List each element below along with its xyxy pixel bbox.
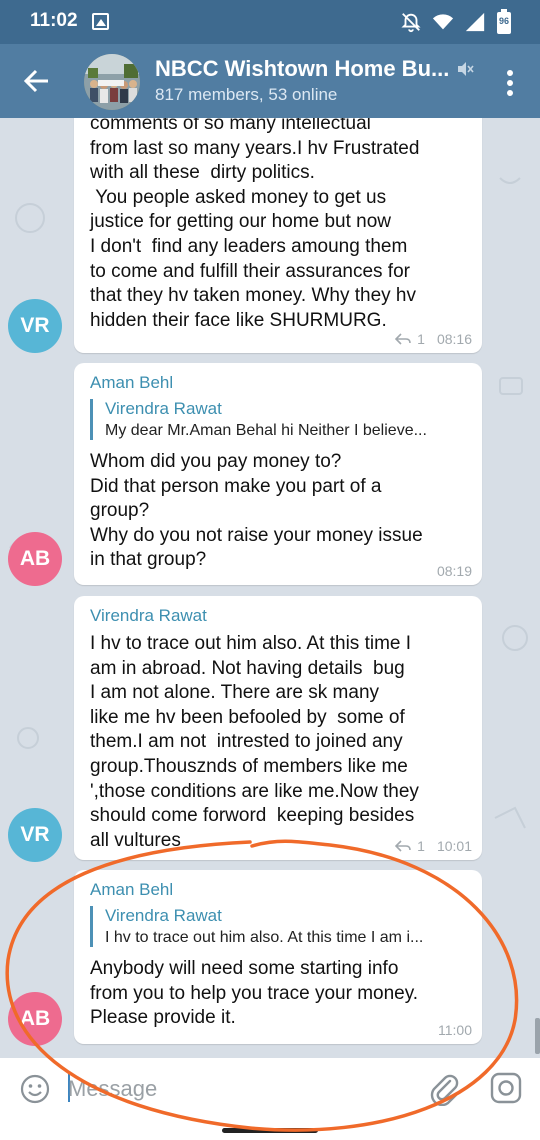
message-bubble[interactable]: Aman Behl Virendra Rawat I hv to trace o… xyxy=(74,870,482,1044)
message-text: I hv to trace out him also. At this time… xyxy=(90,633,419,851)
camera-icon[interactable] xyxy=(490,1072,522,1104)
message-bubble[interactable]: Aman Behl Virendra Rawat My dear Mr.Aman… xyxy=(74,363,482,585)
avatar-initials: AB xyxy=(19,1007,51,1030)
reply-count-icon xyxy=(395,333,411,345)
message-text: comments of so many intellectual from la… xyxy=(90,118,420,331)
sender-name[interactable]: Aman Behl xyxy=(90,373,466,393)
group-avatar[interactable] xyxy=(84,54,140,110)
reply-quote[interactable]: Virendra Rawat My dear Mr.Aman Behal hi … xyxy=(90,399,466,440)
status-time: 11:02 xyxy=(30,10,78,31)
reply-quote-text: My dear Mr.Aman Behal hi Neither I belie… xyxy=(105,422,427,439)
back-arrow-icon[interactable] xyxy=(18,62,56,100)
image-notification-icon xyxy=(92,13,109,30)
chat-title[interactable]: NBCC Wishtown Home Bu... xyxy=(155,56,449,82)
alarm-off-icon xyxy=(401,13,421,33)
attach-icon[interactable] xyxy=(428,1072,462,1106)
message-text: Anybody will need some starting info fro… xyxy=(90,958,419,1029)
reply-quote[interactable]: Virendra Rawat I hv to trace out him als… xyxy=(90,906,466,947)
message-bubble[interactable]: comments of so many intellectual from la… xyxy=(74,118,482,353)
status-bar: 11:02 96 xyxy=(0,0,540,44)
message-bubble[interactable]: Virendra Rawat I hv to trace out him als… xyxy=(74,596,482,860)
avatar[interactable]: AB xyxy=(8,532,62,586)
reply-quote-name: Virendra Rawat xyxy=(105,906,222,925)
message-meta: 1 08:16 xyxy=(395,331,472,347)
message-meta: 08:19 xyxy=(437,563,472,579)
system-nav-bar xyxy=(0,1120,540,1140)
reply-quote-text: I hv to trace out him also. At this time… xyxy=(105,929,424,946)
reply-count-icon xyxy=(395,840,411,852)
reply-count: 1 xyxy=(417,838,425,854)
wifi-icon xyxy=(432,14,454,30)
avatar-initials: AB xyxy=(19,547,51,570)
home-indicator[interactable] xyxy=(222,1128,318,1133)
chat-header: NBCC Wishtown Home Bu... 817 members, 53… xyxy=(0,44,540,118)
reply-count: 1 xyxy=(417,331,425,347)
avatar[interactable]: AB xyxy=(8,992,62,1046)
message-list[interactable]: comments of so many intellectual from la… xyxy=(0,118,540,1058)
reply-quote-name: Virendra Rawat xyxy=(105,399,222,418)
sender-name[interactable]: Aman Behl xyxy=(90,880,466,900)
message-time: 08:16 xyxy=(436,331,472,347)
avatar[interactable]: VR xyxy=(8,299,62,353)
message-meta: 11:00 xyxy=(438,1022,472,1038)
message-text: Whom did you pay money to? Did that pers… xyxy=(90,451,423,571)
message-meta: 1 10:01 xyxy=(395,838,472,854)
scrollbar[interactable] xyxy=(535,1018,540,1054)
sender-name[interactable]: Virendra Rawat xyxy=(90,606,466,626)
message-input[interactable] xyxy=(68,1070,408,1108)
emoji-icon[interactable] xyxy=(20,1074,50,1104)
message-time: 10:01 xyxy=(436,838,472,854)
avatar-initials: VR xyxy=(20,314,50,337)
composer xyxy=(0,1058,540,1120)
more-options-icon[interactable] xyxy=(498,68,522,98)
chat-subtitle: 817 members, 53 online xyxy=(155,85,338,104)
battery-level: 96 xyxy=(498,16,509,26)
message-time: 11:00 xyxy=(438,1022,472,1038)
status-icons: 96 xyxy=(400,9,512,35)
avatar-initials: VR xyxy=(20,823,50,846)
message-time: 08:19 xyxy=(436,563,472,579)
avatar[interactable]: VR xyxy=(8,808,62,862)
muted-icon xyxy=(458,62,474,76)
signal-icon xyxy=(465,12,485,32)
